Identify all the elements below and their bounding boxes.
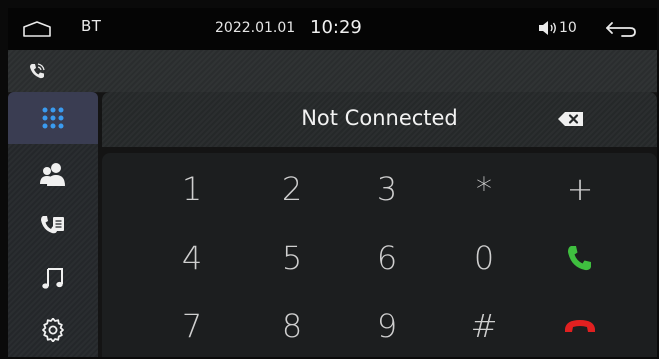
key-1[interactable]: 1: [144, 159, 240, 219]
volume-icon[interactable]: [538, 20, 558, 36]
call-button[interactable]: [532, 228, 628, 288]
back-arrow-icon[interactable]: [604, 19, 638, 39]
call-status-strip: [8, 50, 657, 93]
status-bar: BT 2022.01.01 10:29 10: [8, 8, 657, 50]
sidebar-item-music[interactable]: [8, 252, 98, 304]
key-star[interactable]: *: [436, 159, 532, 219]
app-title: BT: [81, 17, 102, 35]
volume-level: 10: [559, 20, 577, 36]
sidebar: [8, 92, 98, 357]
date-display: 2022.01.01: [215, 20, 296, 36]
phone-call-icon: [568, 246, 591, 271]
sidebar-item-call-log[interactable]: [8, 200, 98, 252]
number-display: Not Connected: [102, 92, 657, 147]
key-7[interactable]: 7: [144, 296, 240, 356]
phone-hangup-icon: [565, 320, 595, 332]
key-4[interactable]: 4: [144, 228, 240, 288]
bt-phone-screen: BT 2022.01.01 10:29 10 Not Connected 1 2…: [8, 8, 657, 357]
key-2[interactable]: 2: [244, 159, 340, 219]
sidebar-item-settings[interactable]: [8, 304, 98, 356]
hangup-button[interactable]: [532, 296, 628, 356]
call-log-icon: [41, 216, 64, 234]
keypad: 1 2 3 * + 4 5 6 0 7 8 9 #: [102, 153, 657, 357]
key-5[interactable]: 5: [244, 228, 340, 288]
key-6[interactable]: 6: [339, 228, 435, 288]
home-icon[interactable]: [22, 20, 52, 38]
settings-icon: [42, 318, 64, 342]
sidebar-item-dialpad[interactable]: [8, 92, 98, 144]
time-display: 10:29: [310, 17, 362, 38]
key-3[interactable]: 3: [339, 159, 435, 219]
phone-signal-icon: [30, 63, 45, 79]
dialpad-icon: [42, 107, 64, 129]
sidebar-item-contacts[interactable]: [8, 148, 98, 200]
key-9[interactable]: 9: [339, 296, 435, 356]
backspace-icon[interactable]: [557, 110, 585, 128]
key-plus[interactable]: +: [532, 159, 628, 219]
key-hash[interactable]: #: [436, 296, 532, 356]
music-icon: [42, 268, 63, 289]
key-0[interactable]: 0: [436, 228, 532, 288]
dialer-panel: Not Connected 1 2 3 * + 4 5 6 0 7 8 9 #: [102, 92, 657, 357]
contacts-icon: [40, 163, 65, 186]
key-8[interactable]: 8: [244, 296, 340, 356]
